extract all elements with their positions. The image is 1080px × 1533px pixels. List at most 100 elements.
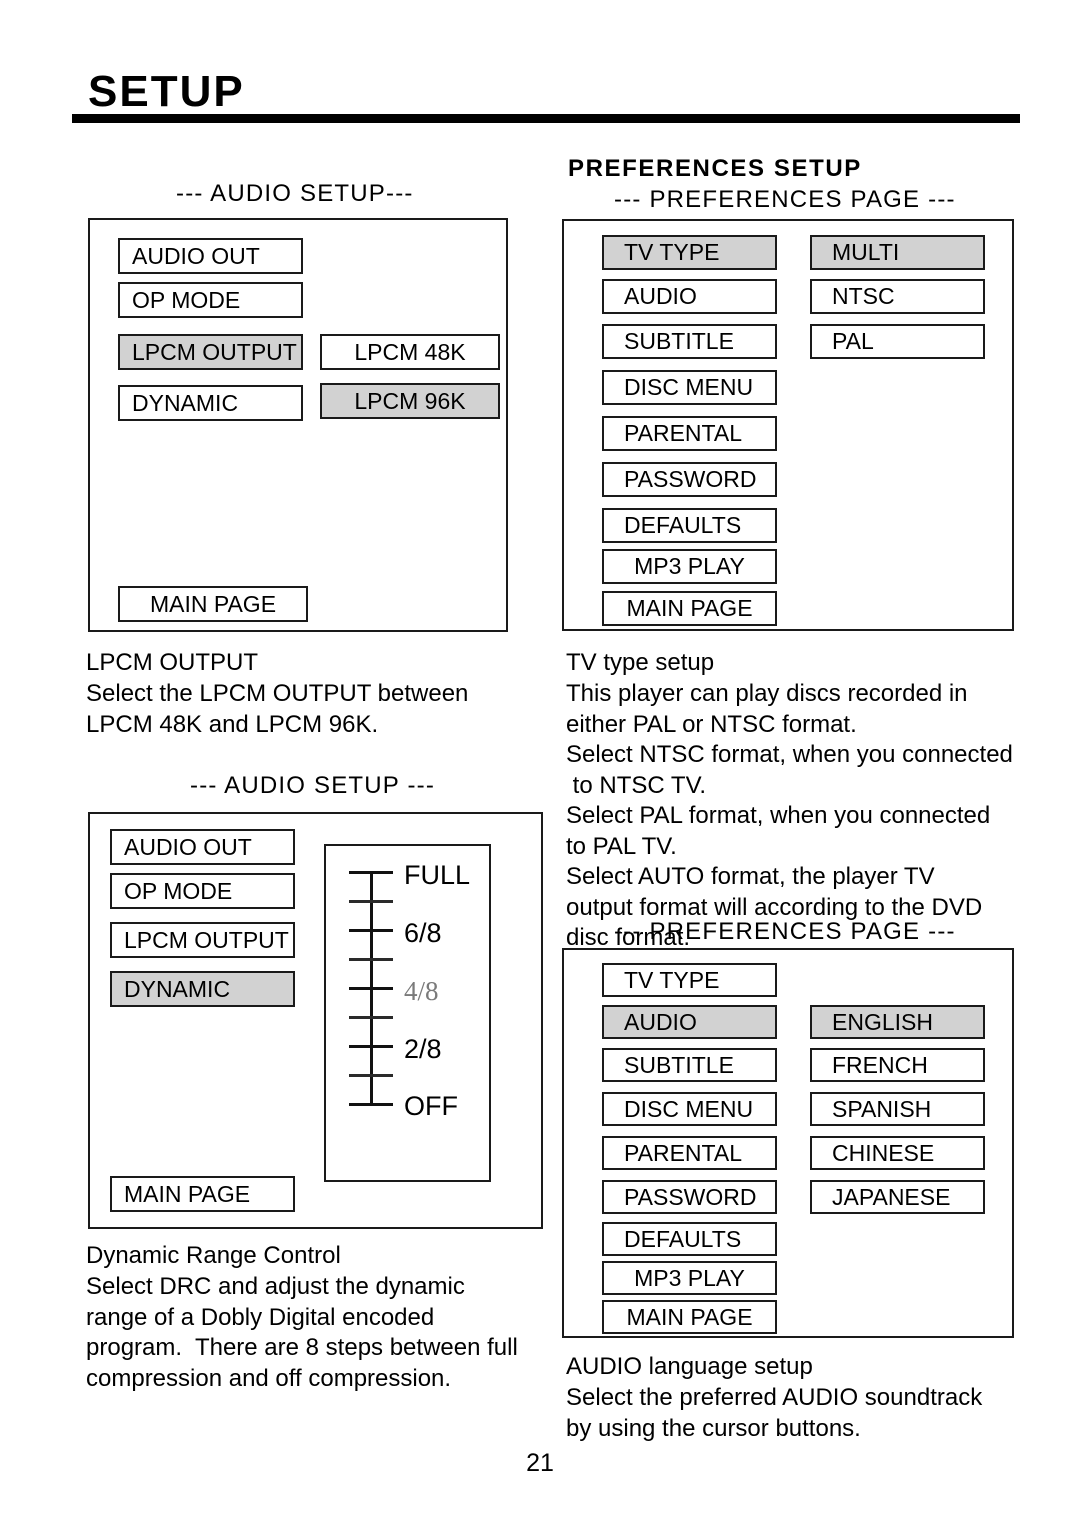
menu-item-subtitle[interactable]: SUBTITLE [602, 324, 777, 359]
menu-item-lpcm-output[interactable]: LPCM OUTPUT [110, 922, 295, 958]
menu-item-audio-out[interactable]: AUDIO OUT [110, 829, 295, 865]
menu-item-label: LPCM OUTPUT [124, 926, 289, 953]
menu-item-op-mode[interactable]: OP MODE [110, 873, 295, 909]
menu-item-op-mode[interactable]: OP MODE [118, 282, 303, 318]
drc-tick-5 [349, 958, 393, 961]
menu-item-subtitle[interactable]: SUBTITLE [602, 1048, 777, 1082]
menu-item-label: DEFAULTS [624, 512, 742, 538]
menu-item-label: MAIN PAGE [124, 1180, 251, 1207]
menu-item-audio[interactable]: AUDIO [602, 279, 777, 314]
menu-item-label: TV TYPE [624, 239, 720, 265]
preferences-page-2-panel: TV TYPE AUDIO SUBTITLE DISC MENU PARENTA… [562, 948, 1014, 1338]
submenu-item-french[interactable]: FRENCH [810, 1048, 985, 1082]
menu-item-main-page[interactable]: MAIN PAGE [110, 1176, 295, 1212]
menu-item-tv-type[interactable]: TV TYPE [602, 963, 777, 997]
audio-language-description-heading: AUDIO language setup [566, 1353, 813, 1380]
menu-item-label: AUDIO OUT [124, 833, 252, 860]
menu-item-label: TV TYPE [624, 966, 720, 993]
submenu-item-japanese[interactable]: JAPANESE [810, 1180, 985, 1214]
drc-label-6-8: 6/8 [404, 918, 442, 948]
submenu-item-label: LPCM 48K [354, 338, 466, 365]
submenu-item-lpcm-48k[interactable]: LPCM 48K [320, 334, 500, 370]
menu-item-label: DISC MENU [624, 1095, 754, 1122]
submenu-item-label: ENGLISH [832, 1008, 933, 1035]
drc-description-heading: Dynamic Range Control [86, 1242, 341, 1269]
drc-tick-1 [349, 1074, 393, 1077]
submenu-item-multi[interactable]: MULTI [810, 235, 985, 270]
submenu-item-lpcm-96k[interactable]: LPCM 96K [320, 383, 500, 419]
menu-item-mp3-play[interactable]: MP3 PLAY [602, 1261, 777, 1295]
menu-item-mp3-play[interactable]: MP3 PLAY [602, 549, 777, 584]
audio-setup-1-caption: --- AUDIO SETUP--- [176, 180, 414, 207]
menu-item-label: AUDIO [624, 1008, 697, 1035]
menu-item-dynamic[interactable]: DYNAMIC [118, 385, 303, 421]
audio-language-description-body: Select the preferred AUDIO soundtrack by… [566, 1384, 983, 1442]
menu-item-label: PARENTAL [624, 420, 743, 446]
menu-item-label: OP MODE [132, 286, 241, 313]
audio-setup-2-caption: --- AUDIO SETUP --- [190, 772, 436, 799]
menu-item-dynamic[interactable]: DYNAMIC [110, 971, 295, 1007]
submenu-item-label: LPCM 96K [354, 387, 466, 414]
submenu-item-label: PAL [832, 328, 874, 354]
menu-item-label: AUDIO [624, 283, 697, 309]
menu-item-label: AUDIO OUT [132, 242, 260, 269]
menu-item-label: MP3 PLAY [634, 1264, 745, 1291]
menu-item-label: MP3 PLAY [634, 553, 745, 579]
menu-item-defaults[interactable]: DEFAULTS [602, 1222, 777, 1256]
tv-type-description-heading: TV type setup [566, 649, 715, 676]
menu-item-main-page[interactable]: MAIN PAGE [602, 1300, 777, 1334]
manual-page: SETUP --- AUDIO SETUP--- AUDIO OUT OP MO… [0, 0, 1080, 1533]
menu-item-label: PASSWORD [624, 466, 757, 492]
drc-label-off: OFF [404, 1091, 458, 1121]
submenu-item-spanish[interactable]: SPANISH [810, 1092, 985, 1126]
submenu-item-label: JAPANESE [832, 1183, 951, 1210]
submenu-item-pal[interactable]: PAL [810, 324, 985, 359]
menu-item-audio[interactable]: AUDIO [602, 1005, 777, 1039]
menu-item-lpcm-output[interactable]: LPCM OUTPUT [118, 334, 303, 370]
menu-item-password[interactable]: PASSWORD [602, 1180, 777, 1214]
menu-item-label: LPCM OUTPUT [132, 338, 297, 365]
lpcm-description-heading: LPCM OUTPUT [86, 649, 259, 676]
drc-slider[interactable]: FULL 6/8 4/8 2/8 OFF [324, 844, 491, 1182]
menu-item-main-page[interactable]: MAIN PAGE [602, 591, 777, 626]
submenu-item-chinese[interactable]: CHINESE [810, 1136, 985, 1170]
drc-tick-full [349, 871, 393, 874]
drc-label-4-8: 4/8 [404, 976, 439, 1006]
menu-item-tv-type[interactable]: TV TYPE [602, 235, 777, 270]
preferences-setup-heading: PREFERENCES SETUP [568, 155, 862, 182]
submenu-item-label: NTSC [832, 283, 895, 309]
menu-item-label: MAIN PAGE [626, 595, 753, 621]
menu-item-label: MAIN PAGE [626, 1303, 753, 1330]
menu-item-disc-menu[interactable]: DISC MENU [602, 1092, 777, 1126]
drc-label-full: FULL [404, 860, 471, 890]
menu-item-main-page[interactable]: MAIN PAGE [118, 586, 308, 622]
menu-item-label: PASSWORD [624, 1183, 757, 1210]
menu-item-label: DISC MENU [624, 374, 754, 400]
menu-item-label: DYNAMIC [124, 975, 231, 1002]
menu-item-label: DEFAULTS [624, 1225, 742, 1252]
menu-item-disc-menu[interactable]: DISC MENU [602, 370, 777, 405]
title-divider [72, 114, 1020, 123]
drc-tick-off [349, 1103, 393, 1106]
menu-item-parental[interactable]: PARENTAL [602, 416, 777, 451]
submenu-item-label: MULTI [832, 239, 900, 265]
page-number: 21 [526, 1449, 554, 1477]
menu-item-password[interactable]: PASSWORD [602, 462, 777, 497]
menu-item-defaults[interactable]: DEFAULTS [602, 508, 777, 543]
menu-item-audio-out[interactable]: AUDIO OUT [118, 238, 303, 274]
audio-setup-2-panel: AUDIO OUT OP MODE LPCM OUTPUT DYNAMIC MA… [88, 812, 543, 1229]
preferences-page-2-caption: --- PREFERENCES PAGE --- [614, 918, 956, 945]
preferences-page-1-caption: --- PREFERENCES PAGE --- [614, 186, 956, 213]
menu-item-label: PARENTAL [624, 1139, 743, 1166]
submenu-item-english[interactable]: ENGLISH [810, 1005, 985, 1039]
drc-tick-3 [349, 1016, 393, 1019]
drc-description-body: Select DRC and adjust the dynamic range … [86, 1273, 518, 1392]
menu-item-label: SUBTITLE [624, 1051, 734, 1078]
audio-setup-1-panel: AUDIO OUT OP MODE LPCM OUTPUT DYNAMIC LP… [88, 218, 508, 632]
menu-item-label: DYNAMIC [132, 389, 239, 416]
menu-item-parental[interactable]: PARENTAL [602, 1136, 777, 1170]
tv-type-description-body: This player can play discs recorded in e… [566, 680, 1013, 951]
submenu-item-ntsc[interactable]: NTSC [810, 279, 985, 314]
drc-label-2-8: 2/8 [404, 1034, 442, 1064]
submenu-item-label: CHINESE [832, 1139, 935, 1166]
